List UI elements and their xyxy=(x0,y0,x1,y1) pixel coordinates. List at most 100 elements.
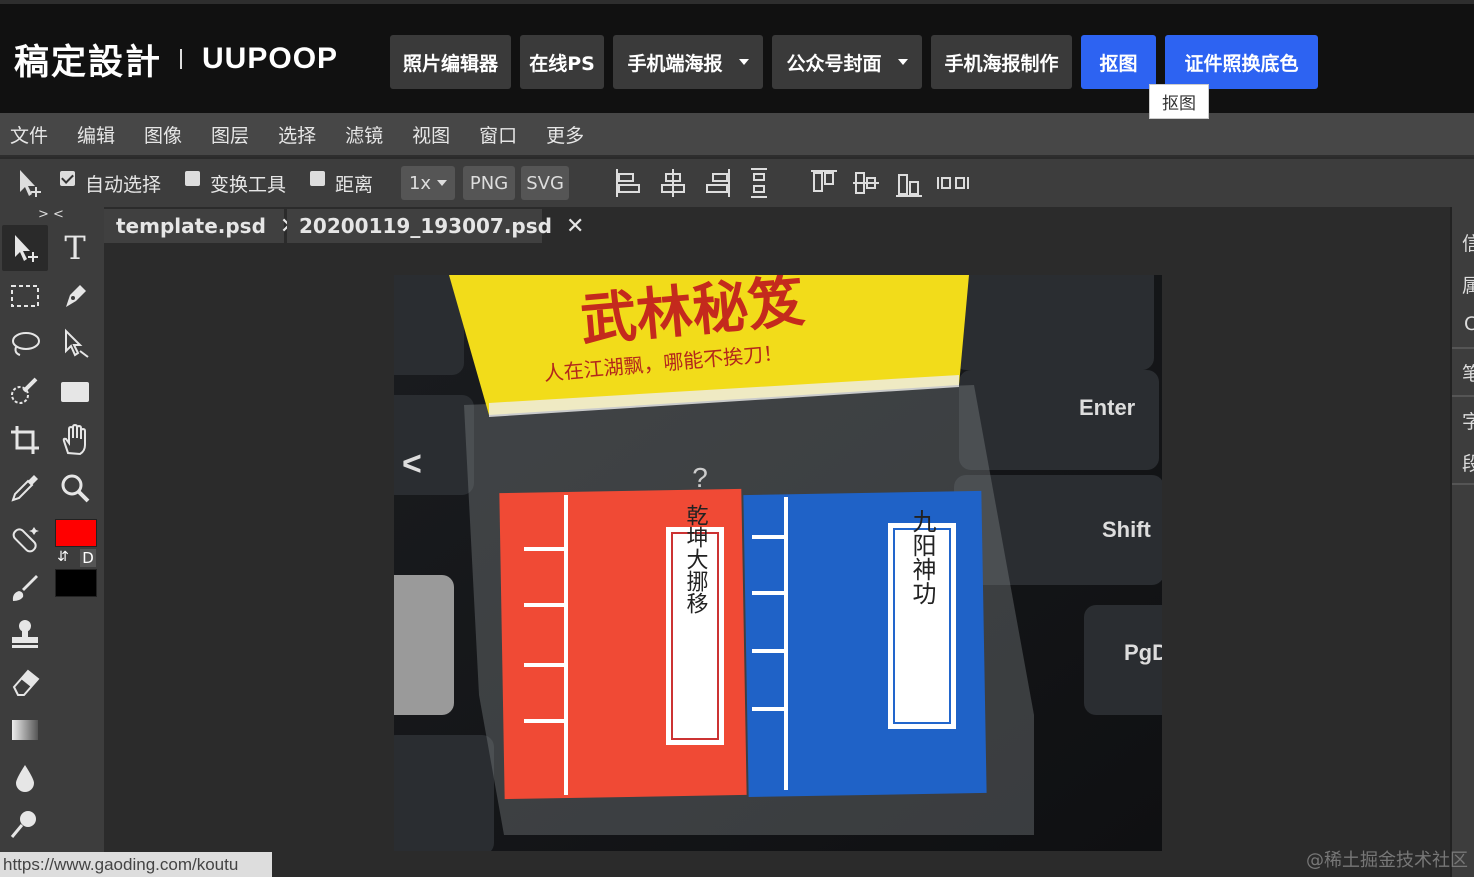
menu-layer[interactable]: 图层 xyxy=(201,112,259,156)
auto-select-checkbox[interactable]: 自动选择 xyxy=(60,170,161,197)
distribute-vertical-icon[interactable] xyxy=(745,167,773,199)
nav-cutout-button[interactable]: 抠图 xyxy=(1081,35,1156,89)
align-top-icon[interactable] xyxy=(810,167,838,199)
menu-edit[interactable]: 编辑 xyxy=(67,112,125,156)
panel-tab-info[interactable]: 信 xyxy=(1462,229,1474,256)
healing-tool[interactable] xyxy=(2,517,48,563)
nav-id-photo-button[interactable]: 证件照换底色 xyxy=(1165,35,1318,89)
keyboard-key xyxy=(954,275,1154,370)
key-enter-label: Enter xyxy=(1079,395,1136,420)
marquee-tool[interactable] xyxy=(2,273,48,319)
nav-mobile-poster-dropdown[interactable]: 手机端海报 xyxy=(613,35,763,89)
align-right-icon[interactable] xyxy=(704,167,732,199)
background-color-swatch[interactable] xyxy=(55,569,97,597)
canvas-image[interactable]: Enter Shift PgDn < 武林秘笈 人在江湖飘，哪能不挨刀！ ? 乾… xyxy=(394,275,1162,851)
magic-wand-tool[interactable] xyxy=(2,369,48,415)
nav-wechat-cover-dropdown[interactable]: 公众号封面 xyxy=(772,35,922,89)
rectangle-icon xyxy=(61,382,89,402)
keyboard-key xyxy=(394,575,454,715)
watermark: @稀土掘金技术社区 xyxy=(1306,850,1468,871)
bandage-icon xyxy=(12,527,39,553)
pen-tool[interactable] xyxy=(52,273,98,319)
menu-filter[interactable]: 滤镜 xyxy=(335,112,393,156)
quick-select-icon xyxy=(11,377,38,404)
menu-window[interactable]: 窗口 xyxy=(469,112,527,156)
chevron-down-icon xyxy=(437,180,448,186)
keyboard-key xyxy=(959,370,1159,470)
button-label: SVG xyxy=(526,172,564,194)
pen-icon xyxy=(66,285,86,307)
red-book-title: 乾坤大挪移 xyxy=(683,504,709,614)
collapse-toggle[interactable]: > < xyxy=(38,207,64,222)
distribute-horizontal-icon[interactable] xyxy=(936,167,970,199)
export-svg-button[interactable]: SVG xyxy=(521,166,570,200)
nav-online-ps-button[interactable]: 在线PS xyxy=(520,35,604,89)
nav-label: 抠图 xyxy=(1099,52,1138,75)
menu-file[interactable]: 文件 xyxy=(0,112,58,156)
hand-tool[interactable] xyxy=(52,417,98,463)
text-tool-icon: T xyxy=(64,231,86,265)
panel-tab-brush[interactable]: 笔 xyxy=(1462,359,1474,386)
logo-divider xyxy=(180,49,183,69)
shape-tool[interactable] xyxy=(52,369,98,415)
panel-divider xyxy=(1452,347,1474,349)
chevron-down-icon xyxy=(897,59,908,65)
menu-more[interactable]: 更多 xyxy=(536,112,594,156)
text-tool[interactable]: T xyxy=(52,225,98,271)
dodge-tool[interactable] xyxy=(2,801,48,847)
blur-tool[interactable] xyxy=(2,755,48,801)
checkbox-icon xyxy=(310,170,326,186)
eraser-icon xyxy=(12,669,40,696)
transform-tool-checkbox[interactable]: 变换工具 xyxy=(185,170,286,197)
tab-photo[interactable]: 20200119_193007.psd ✕ xyxy=(287,209,584,243)
default-colors-button[interactable]: D xyxy=(80,549,96,567)
brush-tool[interactable] xyxy=(2,565,48,611)
menu-view[interactable]: 视图 xyxy=(402,112,460,156)
lasso-tool[interactable] xyxy=(2,321,48,367)
direct-select-tool[interactable] xyxy=(52,321,98,367)
eyedropper-tool[interactable] xyxy=(2,465,48,511)
tab-label: template.psd xyxy=(116,214,266,238)
move-tool[interactable] xyxy=(2,225,48,271)
nav-label: 手机海报制作 xyxy=(944,52,1059,75)
crop-tool[interactable] xyxy=(2,417,48,463)
nav-photo-editor-button[interactable]: 照片编辑器 xyxy=(390,35,511,89)
gradient-tool[interactable] xyxy=(2,707,48,753)
hand-icon xyxy=(62,423,86,456)
gradient-icon xyxy=(12,720,38,740)
menu-image[interactable]: 图像 xyxy=(134,112,192,156)
panel-tab-color[interactable]: C xyxy=(1464,313,1474,335)
export-png-button[interactable]: PNG xyxy=(463,166,516,200)
checkbox-label: 自动选择 xyxy=(85,173,162,196)
align-left-icon[interactable] xyxy=(614,167,642,199)
panel-tab-character[interactable]: 字 xyxy=(1462,407,1474,434)
direct-select-icon xyxy=(65,328,89,358)
align-middle-v-icon[interactable] xyxy=(852,167,880,199)
close-icon[interactable]: ✕ xyxy=(566,214,584,239)
menu-select[interactable]: 选择 xyxy=(268,112,326,156)
options-bar: 自动选择 变换工具 距离 1x PNG SVG xyxy=(0,159,1474,207)
drop-icon xyxy=(16,765,34,792)
document-tabs: template.psd ✕ 20200119_193007.psd ✕ xyxy=(104,207,1450,243)
brush-icon xyxy=(12,575,38,601)
align-bottom-icon[interactable] xyxy=(895,167,923,199)
foreground-color-swatch[interactable] xyxy=(55,519,97,547)
zoom-icon xyxy=(61,474,90,503)
panel-tab-properties[interactable]: 属 xyxy=(1462,271,1474,298)
swap-colors-icon[interactable]: ⇵ xyxy=(56,549,70,567)
nav-poster-maker-button[interactable]: 手机海报制作 xyxy=(931,35,1072,89)
arrow-key-label: < xyxy=(402,445,422,483)
eyedropper-icon xyxy=(11,475,38,502)
nav-label: 公众号封面 xyxy=(786,52,882,75)
align-center-h-icon[interactable] xyxy=(659,167,687,199)
zoom-tool[interactable] xyxy=(52,465,98,511)
distance-checkbox[interactable]: 距离 xyxy=(310,170,373,197)
scale-select[interactable]: 1x xyxy=(401,166,456,200)
keyboard-key xyxy=(394,735,494,851)
stamp-tool[interactable] xyxy=(2,611,48,657)
tooltip: 抠图 xyxy=(1149,84,1209,119)
panel-tab-paragraph[interactable]: 段 xyxy=(1462,449,1474,476)
logo[interactable]: 稿定設計 UUPOOP xyxy=(14,34,338,84)
tab-template[interactable]: template.psd ✕ xyxy=(104,209,298,243)
eraser-tool[interactable] xyxy=(2,659,48,705)
